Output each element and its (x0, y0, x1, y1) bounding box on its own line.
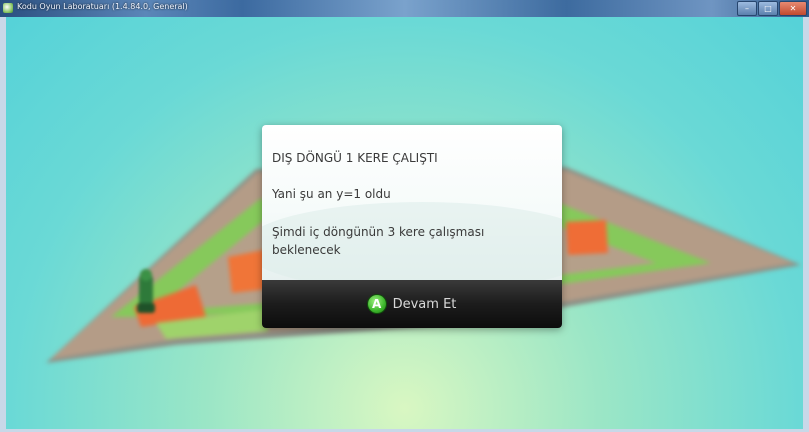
kodu-app-icon (3, 3, 13, 13)
close-button[interactable]: ✕ (779, 1, 807, 16)
window-controls: – □ ✕ (737, 1, 807, 16)
maximize-button[interactable]: □ (758, 1, 778, 16)
dialog-line-3: Şimdi iç döngünün 3 kere çalışması bekle… (272, 225, 485, 257)
window-title: Kodu Oyun Laboratuarı (1.4.84.0, General… (17, 2, 188, 11)
continue-label: Devam Et (392, 296, 457, 312)
dialog-line-2: Yani şu an y=1 oldu (272, 187, 391, 201)
continue-button[interactable]: A Devam Et (262, 280, 562, 328)
minimize-button[interactable]: – (737, 1, 757, 16)
dialog-heading: DIŞ DÖNGÜ 1 KERE ÇALIŞTI (272, 151, 438, 165)
dialog-body: DIŞ DÖNGÜ 1 KERE ÇALIŞTI Yani şu an y=1 … (262, 125, 562, 292)
window-titlebar[interactable]: Kodu Oyun Laboratuarı (1.4.84.0, General… (0, 0, 809, 18)
a-button-icon: A (367, 295, 386, 313)
terrain-orange-right (566, 220, 608, 255)
window-frame-right (803, 17, 809, 432)
kodu-character[interactable] (133, 267, 159, 317)
tutorial-dialog: DIŞ DÖNGÜ 1 KERE ÇALIŞTI Yani şu an y=1 … (262, 125, 562, 328)
